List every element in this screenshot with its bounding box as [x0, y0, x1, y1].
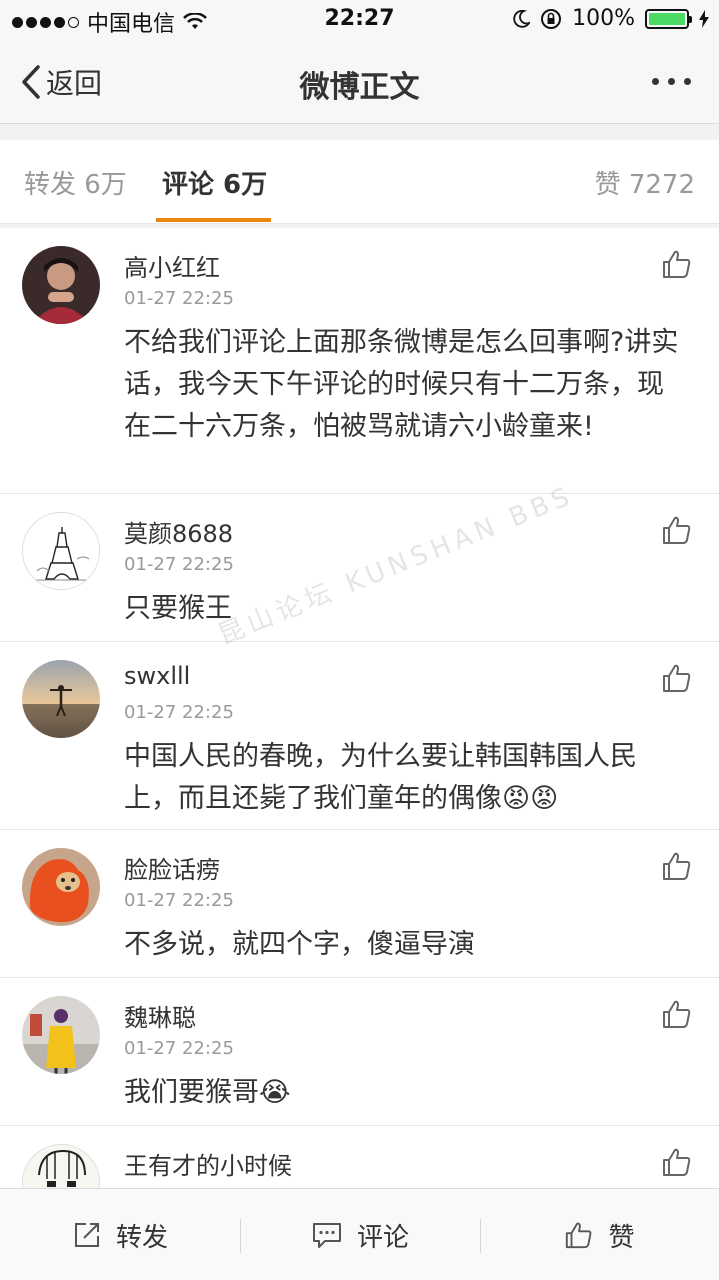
comment-item: 高小红红 01-27 22:25 不给我们评论上面那条微博是怎么回事啊?讲实话，…	[0, 228, 719, 494]
battery-percent: 100%	[572, 6, 635, 31]
angry-emoji-icon: 😡	[502, 783, 531, 814]
thumbs-up-icon[interactable]	[661, 662, 693, 694]
comment-item: 魏琳聪 01-27 22:25 我们要猴哥😭	[0, 978, 719, 1126]
comment-item: 脸脸话痨 01-27 22:25 不多说，就四个字，傻逼导演	[0, 830, 719, 978]
comment-label: 评论	[356, 1222, 409, 1253]
thumbs-up-icon[interactable]	[661, 998, 693, 1030]
page-title: 微博正文	[299, 70, 420, 105]
avatar[interactable]	[22, 246, 100, 324]
comment-item: 王有才的小时候	[0, 1126, 719, 1188]
comment-time: 01-27 22:25	[124, 702, 234, 723]
charging-icon	[699, 9, 709, 28]
avatar[interactable]	[22, 848, 100, 926]
comment-icon	[312, 1223, 341, 1248]
thumbs-up-icon[interactable]	[661, 248, 693, 280]
more-menu-icon[interactable]	[652, 78, 691, 85]
comment-time: 01-27 22:25	[124, 890, 234, 911]
avatar[interactable]	[22, 512, 100, 590]
moon-icon	[513, 9, 531, 28]
comment-author[interactable]: 脸脸话痨	[124, 850, 220, 885]
nav-bar: 返回 微博正文	[0, 40, 719, 124]
status-bar: 中国电信 22:27 100%	[0, 0, 719, 40]
comment-author[interactable]: 高小红红	[124, 248, 220, 283]
comment-text-body: 我们要猴哥	[124, 1077, 259, 1108]
tab-repost[interactable]: 转发 6万	[24, 164, 127, 201]
comment-text: 不多说，就四个字，傻逼导演	[124, 929, 475, 960]
avatar[interactable]	[22, 660, 100, 738]
comment-text: 不给我们评论上面那条微博是怎么回事啊?讲实话，我今天下午评论的时候只有十二万条，…	[124, 327, 679, 442]
comment-button[interactable]: 评论	[240, 1189, 480, 1280]
crying-emoji-icon: 😭	[259, 1077, 291, 1108]
comment-item: swxlll 01-27 22:25 中国人民的春晚，为什么要让韩国韩国人民上，…	[0, 642, 719, 830]
like-label: 赞	[608, 1222, 635, 1253]
repost-label: 转发	[115, 1222, 168, 1253]
comment-author[interactable]: 魏琳聪	[124, 998, 196, 1033]
comment-time: 01-27 22:25	[124, 288, 234, 309]
comment-author[interactable]: 莫颜8688	[124, 514, 233, 549]
tab-bar: 转发 6万 评论 6万 赞 7272	[0, 140, 719, 224]
share-icon	[74, 1223, 99, 1247]
like-button[interactable]: 赞	[480, 1189, 719, 1280]
thumbs-up-icon[interactable]	[661, 1146, 693, 1178]
comment-time: 01-27 22:25	[124, 554, 234, 575]
comment-text: 我们要猴哥😭	[124, 1072, 684, 1114]
comment-text: 中国人民的春晚，为什么要让韩国韩国人民上，而且还毙了我们童年的偶像😡😡	[124, 736, 684, 820]
thumbs-up-icon[interactable]	[661, 850, 693, 882]
comment-item: 莫颜8688 01-27 22:25 只要猴王	[0, 494, 719, 642]
comment-author[interactable]: swxlll	[124, 662, 190, 690]
tab-comment[interactable]: 评论 6万	[162, 164, 267, 201]
comment-text: 只要猴王	[124, 593, 232, 624]
repost-button[interactable]: 转发	[0, 1189, 240, 1280]
thumbs-up-icon	[566, 1222, 592, 1249]
bottom-toolbar: 转发 评论 赞	[0, 1188, 719, 1280]
thumbs-up-icon[interactable]	[661, 514, 693, 546]
comment-list: 高小红红 01-27 22:25 不给我们评论上面那条微博是怎么回事啊?讲实话，…	[0, 228, 719, 1188]
avatar[interactable]	[22, 1144, 100, 1188]
avatar[interactable]	[22, 996, 100, 1074]
active-tab-indicator	[156, 218, 271, 222]
comment-text-body: 中国人民的春晚，为什么要让韩国韩国人民上，而且还毙了我们童年的偶像	[124, 741, 637, 814]
rotation-lock-icon	[541, 8, 562, 29]
battery-icon	[645, 8, 692, 29]
comment-time: 01-27 22:25	[124, 1038, 234, 1059]
angry-emoji-icon: 😡	[530, 783, 559, 814]
status-right: 100%	[512, 6, 709, 31]
tab-like[interactable]: 赞 7272	[595, 164, 695, 201]
comment-author[interactable]: 王有才的小时候	[124, 1146, 292, 1181]
